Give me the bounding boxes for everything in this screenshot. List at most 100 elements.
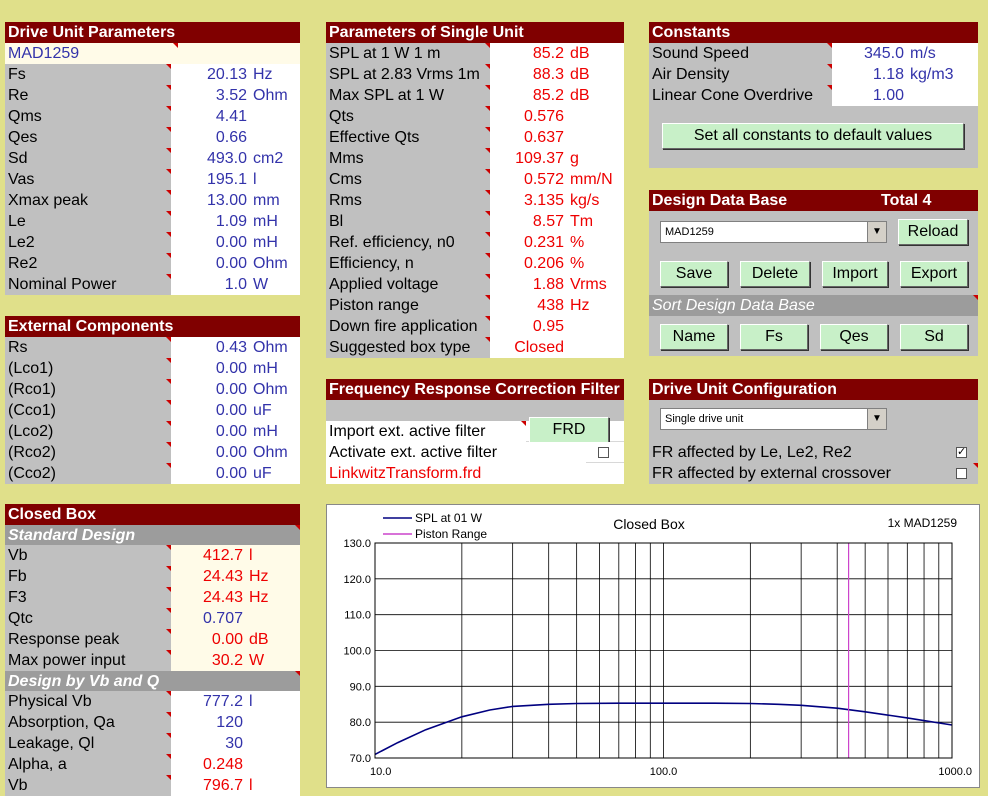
sort-name-button[interactable]: Name xyxy=(660,324,728,350)
drive-unit-value: 195.1 xyxy=(206,170,247,188)
drive-unit-model[interactable]: MAD1259 xyxy=(5,42,178,64)
closed-box-vbq-value: 796.7 xyxy=(202,776,243,794)
single-unit-label: SPL at 2.83 Vrms 1m xyxy=(326,63,490,85)
drive-unit-label: Xmax peak xyxy=(5,189,171,211)
config-fr-le-row: FR affected by Le, Le2, Re2 xyxy=(649,441,978,463)
frd-button[interactable]: FRD xyxy=(529,417,609,443)
drive-unit-value-cell[interactable]: 493.0 cm2 xyxy=(171,147,300,169)
chevron-down-icon[interactable]: ▼ xyxy=(867,222,886,242)
closed-box-vbq-row-physical-vb: Physical Vb 777.2 l xyxy=(5,690,300,712)
external-value-cell[interactable]: 0.00 mH xyxy=(171,420,300,442)
single-unit-label: Mms xyxy=(326,147,490,169)
closed-box-vbq-value-cell[interactable]: 120 xyxy=(171,711,300,733)
single-unit-unit: Vrms xyxy=(570,275,607,293)
constants-label: Air Density xyxy=(649,63,832,85)
external-value-cell[interactable]: 0.00 mH xyxy=(171,357,300,379)
single-unit-value: 0.576 xyxy=(523,107,564,125)
legend-spl-label: SPL at 01 W xyxy=(415,511,483,525)
drive-unit-value-cell[interactable]: 0.66 xyxy=(171,126,300,148)
closed-box-std-unit: l xyxy=(249,546,253,564)
drive-unit-value-cell[interactable]: 4.41 xyxy=(171,105,300,127)
single-unit-label: Qts xyxy=(326,105,490,127)
constants-value-cell[interactable]: 1.00 xyxy=(832,84,978,106)
external-label: (Cco1) xyxy=(5,399,171,421)
drive-unit-value-cell[interactable]: 0.00 mH xyxy=(171,231,300,253)
drive-unit-label: Nominal Power xyxy=(5,273,171,295)
sort-qes-button[interactable]: Qes xyxy=(820,324,888,350)
chart-ticks: 70.0 80.0 90.0 100.0 110.0 120.0 130.0 10.0 100.… xyxy=(343,538,972,778)
constants-value-cell[interactable]: 1.18 kg/m3 xyxy=(832,63,978,85)
save-button[interactable]: Save xyxy=(660,261,728,287)
external-value-cell[interactable]: 0.00 uF xyxy=(171,399,300,421)
drive-unit-value-cell[interactable]: 20.13 Hz xyxy=(171,63,300,85)
single-unit-row-mms: Mms 109.37 g xyxy=(326,147,624,169)
drive-unit-value-cell[interactable]: 195.1 l xyxy=(171,168,300,190)
database-total: Total 4 xyxy=(881,192,932,209)
single-unit-row-bl: Bl 8.57 Tm xyxy=(326,210,624,232)
closed-box-vbq-value-cell[interactable]: 30 xyxy=(171,732,300,754)
drive-unit-row-re2: Re2 0.00 Ohm xyxy=(5,252,300,274)
frcf-activate-row: Activate ext. active filter xyxy=(326,441,624,463)
single-unit-unit: dB xyxy=(570,86,590,104)
sort-fs-button[interactable]: Fs xyxy=(740,324,808,350)
external-value-cell[interactable]: 0.00 Ohm xyxy=(171,441,300,463)
activate-filter-checkbox[interactable] xyxy=(598,447,609,458)
drive-unit-value-cell[interactable]: 13.00 mm xyxy=(171,189,300,211)
closed-box-std-value-cell: 0.707 xyxy=(171,607,300,629)
drive-unit-unit: mH xyxy=(253,212,278,230)
drive-unit-label: Qes xyxy=(5,126,171,148)
config-fr-xover-row: FR affected by external crossover xyxy=(649,462,978,484)
chart-grid xyxy=(375,543,952,758)
single-unit-row-efficiency-n: Efficiency, n 0.206% xyxy=(326,252,624,274)
single-unit-row-ref-efficiency-n0: Ref. efficiency, n0 0.231% xyxy=(326,231,624,253)
single-unit-value: 0.95 xyxy=(532,317,564,335)
single-unit-value: 3.135 xyxy=(523,191,564,209)
closed-box-chart: 70.0 80.0 90.0 100.0 110.0 120.0 130.0 10.0 100.… xyxy=(326,504,980,788)
constants-unit: kg/m3 xyxy=(910,65,954,83)
drive-unit-value-cell[interactable]: 0.00 Ohm xyxy=(171,252,300,274)
single-unit-row-applied-voltage: Applied voltage 1.88 Vrms xyxy=(326,273,624,295)
closed-box-vbq-value-cell[interactable]: 777.2 l xyxy=(171,690,300,712)
drive-unit-header: Drive Unit Parameters xyxy=(5,22,300,43)
external-components-header: External Components xyxy=(5,316,300,337)
closed-box-std-unit: dB xyxy=(249,630,269,648)
export-button[interactable]: Export xyxy=(900,261,968,287)
external-value-cell[interactable]: 0.43 Ohm xyxy=(171,336,300,358)
closed-box-std-label: Max power input xyxy=(5,649,171,671)
drive-unit-unit: Hz xyxy=(253,65,273,83)
reload-button[interactable]: Reload xyxy=(898,219,968,245)
external-value-cell[interactable]: 0.00 Ohm xyxy=(171,378,300,400)
delete-button[interactable]: Delete xyxy=(740,261,810,287)
sort-sd-button[interactable]: Sd xyxy=(900,324,968,350)
external-unit: uF xyxy=(253,401,272,419)
drive-unit-value-cell[interactable]: 3.52 Ohm xyxy=(171,84,300,106)
closed-box-vbq-value-cell[interactable]: 796.7 l xyxy=(171,774,300,796)
drive-unit-model-spacer xyxy=(178,42,300,64)
drive-unit-value-cell[interactable]: 1.09 mH xyxy=(171,210,300,232)
import-button[interactable]: Import xyxy=(822,261,888,287)
standard-design-subheader: Standard Design xyxy=(5,525,300,546)
sort-database-subheader: Sort Design Data Base xyxy=(649,295,978,316)
single-unit-value-cell: 438 Hz xyxy=(490,294,624,316)
external-value-cell[interactable]: 0.00 uF xyxy=(171,462,300,484)
external-value: 0.00 xyxy=(215,401,247,419)
constants-value-cell[interactable]: 345.0 m/s xyxy=(832,42,978,64)
chevron-down-icon[interactable]: ▼ xyxy=(867,409,886,429)
drive-unit-value-cell[interactable]: 1.0 W xyxy=(171,273,300,295)
single-unit-value-cell: 0.572 mm/N xyxy=(490,168,624,190)
fr-xover-checkbox[interactable] xyxy=(956,468,967,479)
constants-header: Constants xyxy=(649,22,978,43)
closed-box-std-row-fb: Fb 24.43 Hz xyxy=(5,565,300,587)
database-select[interactable]: MAD1259 ▼ xyxy=(660,221,887,243)
single-unit-label: Piston range xyxy=(326,294,490,316)
single-unit-label: Applied voltage xyxy=(326,273,490,295)
single-unit-row-spl-at-2-83-vrms-1m: SPL at 2.83 Vrms 1m 88.3 dB xyxy=(326,63,624,85)
config-select[interactable]: Single drive unit ▼ xyxy=(660,408,887,430)
fr-le-checkbox[interactable]: ✓ xyxy=(956,447,967,458)
constants-unit: m/s xyxy=(910,44,936,62)
single-unit-value: 0.231 xyxy=(523,233,564,251)
closed-box-vbq-value-cell[interactable]: 0.248 xyxy=(171,753,300,775)
closed-box-vbq-row-leakage-ql: Leakage, Ql 30 xyxy=(5,732,300,754)
drive-unit-value: 20.13 xyxy=(206,65,247,83)
set-defaults-button[interactable]: Set all constants to default values xyxy=(662,123,964,149)
